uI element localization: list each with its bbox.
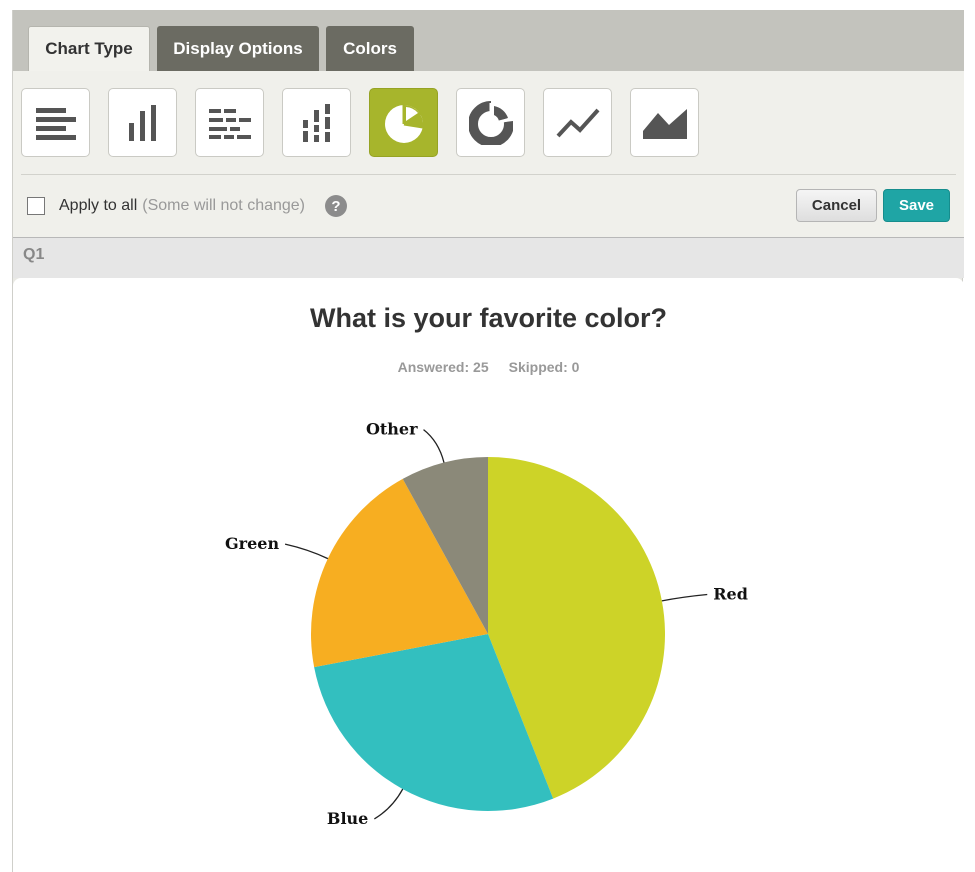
tab-colors[interactable]: Colors bbox=[326, 26, 414, 71]
apply-to-all-hint: (Some will not change) bbox=[142, 197, 306, 214]
save-button[interactable]: Save bbox=[883, 189, 950, 222]
apply-to-all-row: Apply to all (Some will not change) ? bbox=[27, 191, 348, 221]
apply-to-all-checkbox[interactable] bbox=[27, 197, 45, 215]
question-icon[interactable]: ? bbox=[325, 195, 348, 217]
vertical-bar-icon bbox=[128, 104, 156, 141]
pie-icon bbox=[384, 104, 423, 143]
line-chart-icon bbox=[556, 108, 599, 137]
stacked-vertical-bar-icon bbox=[302, 103, 330, 142]
line-chart-button[interactable] bbox=[543, 88, 612, 157]
area-chart-icon bbox=[642, 108, 687, 139]
question-header: Q1 bbox=[13, 237, 964, 278]
horizontal-bar-chart-button[interactable] bbox=[21, 88, 90, 157]
donut-chart-button[interactable] bbox=[456, 88, 525, 157]
horizontal-bar-icon bbox=[35, 107, 76, 140]
apply-to-all-label[interactable]: Apply to all bbox=[59, 197, 137, 215]
pie-chart: Red Blue Green Other bbox=[225, 420, 748, 828]
area-chart-button[interactable] bbox=[630, 88, 699, 157]
leader-line-other bbox=[423, 429, 445, 463]
tab-chart-type[interactable]: Chart Type bbox=[28, 26, 150, 71]
question-id: Q1 bbox=[23, 246, 45, 263]
donut-icon bbox=[468, 100, 513, 145]
leader-line-blue bbox=[374, 788, 404, 820]
stacked-vertical-bar-chart-button[interactable] bbox=[282, 88, 351, 157]
tab-bar: Chart Type Display Options Colors bbox=[13, 10, 964, 71]
tab-display-options[interactable]: Display Options bbox=[157, 26, 319, 71]
chart-editor: Chart Type Display Options Colors Apply … bbox=[12, 10, 964, 872]
stacked-horizontal-bar-icon bbox=[208, 108, 251, 139]
slice-label-red: Red bbox=[713, 584, 748, 603]
toolbar-divider bbox=[21, 174, 956, 175]
slice-label-blue: Blue bbox=[327, 809, 368, 828]
chart-type-toolbar: Apply to all (Some will not change) ? Ca… bbox=[13, 71, 964, 237]
vertical-bar-chart-button[interactable] bbox=[108, 88, 177, 157]
pie-chart-button[interactable] bbox=[369, 88, 438, 157]
slice-label-other: Other bbox=[366, 420, 418, 439]
stacked-horizontal-bar-chart-button[interactable] bbox=[195, 88, 264, 157]
cancel-button[interactable]: Cancel bbox=[796, 189, 877, 222]
leader-line-red bbox=[661, 593, 708, 602]
slice-label-green: Green bbox=[225, 534, 279, 553]
chart-panel: What is your favorite color? Answered: 2… bbox=[13, 278, 964, 872]
leader-line-green bbox=[284, 543, 329, 560]
